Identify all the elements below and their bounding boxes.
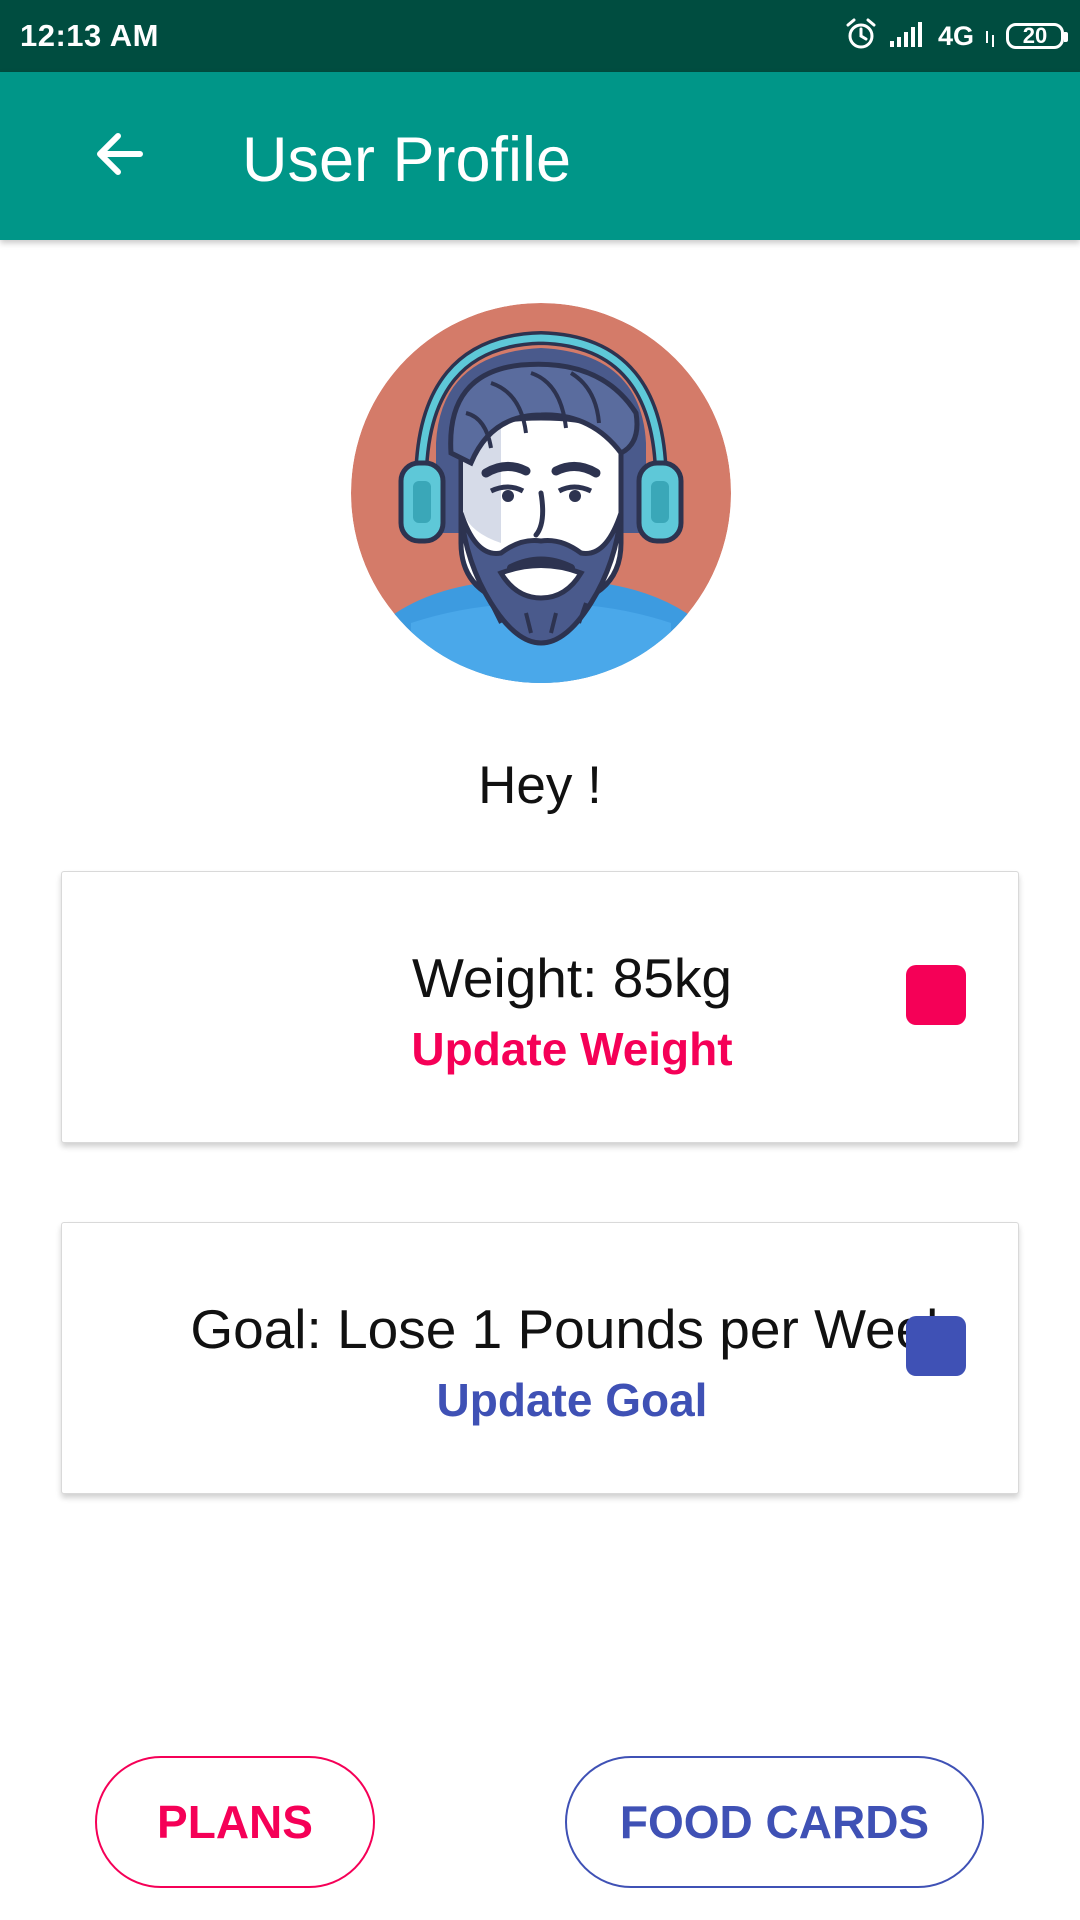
plans-button[interactable]: PLANS xyxy=(95,1756,375,1888)
status-time: 12:13 AM xyxy=(20,18,159,53)
avatar xyxy=(351,303,731,683)
update-weight-button[interactable]: Update Weight xyxy=(62,1022,1080,1076)
greeting-text: Hey ! xyxy=(478,756,602,815)
food-cards-button[interactable]: FOOD CARDS xyxy=(565,1756,984,1888)
goal-color-indicator xyxy=(906,1316,966,1376)
battery-level: 20 xyxy=(1022,23,1048,48)
arrow-back-icon xyxy=(92,126,148,187)
battery-icon: 20 xyxy=(1006,23,1068,49)
weight-card: Weight: 85kg Update Weight xyxy=(61,871,1019,1143)
status-icons: 4G 20 xyxy=(844,14,1068,58)
app-bar: User Profile xyxy=(0,72,1080,240)
signal-icon xyxy=(888,19,928,54)
alarm-icon xyxy=(844,17,878,56)
user-profile-screen: 12:13 AM 4G 20 User Profile Hey ! Weight… xyxy=(0,0,1080,1920)
goal-card: Goal: Lose 1 Pounds per Week Update Goal xyxy=(61,1222,1019,1494)
update-goal-button[interactable]: Update Goal xyxy=(62,1373,1080,1427)
network-type: 4G xyxy=(937,20,974,51)
page-title: User Profile xyxy=(242,125,572,195)
weight-color-indicator xyxy=(906,965,966,1025)
data-arrows-icon xyxy=(984,21,996,52)
status-bar: 12:13 AM 4G 20 xyxy=(0,0,1080,72)
back-button[interactable] xyxy=(76,112,164,200)
